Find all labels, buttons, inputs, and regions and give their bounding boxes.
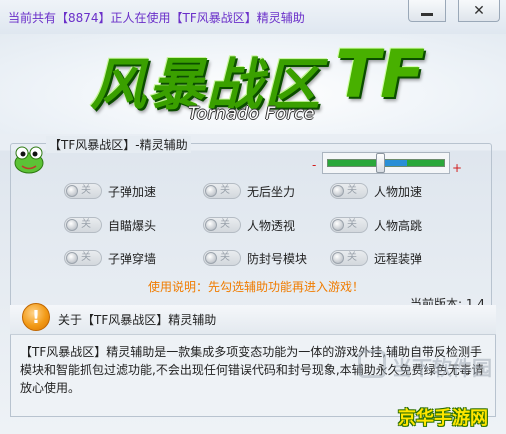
watermark-logo-icon (358, 350, 386, 378)
toggle-knob (66, 219, 78, 231)
feature-remote-reload[interactable]: 关 远程装弹 (330, 248, 422, 268)
watermark-text: 当下软件园 (392, 356, 492, 380)
usage-notice: 使用说明：先勾选辅助功能再进入游戏！ (148, 280, 365, 294)
feature-no-recoil[interactable]: 关 无后坐力 (203, 181, 295, 201)
feature-label: 防封号模块 (247, 251, 308, 266)
warning-icon: ! (22, 303, 50, 331)
toggle-state-label: 关 (220, 219, 230, 230)
logo-tf: TF (335, 36, 426, 113)
feature-wallhack[interactable]: 关 人物透视 (203, 215, 295, 235)
feature-bullet-penetration[interactable]: 关 子弹穿墙 (64, 248, 156, 268)
toggle-switch[interactable]: 关 (64, 183, 102, 199)
toggle-state-label: 关 (347, 219, 357, 230)
toggle-knob (205, 252, 217, 264)
toggle-knob (332, 252, 344, 264)
about-title: 关于【TF风暴战区】精灵辅助 (58, 313, 217, 327)
frog-mascot-icon (14, 146, 44, 174)
toggle-knob (66, 185, 78, 197)
main-window: 当前共有【8874】正人在使用【TF风暴战区】精灵辅助 ✕ 风暴战区 TF To… (0, 0, 506, 434)
toggle-state-label: 关 (220, 185, 230, 196)
toggle-state-label: 关 (81, 185, 91, 196)
toggle-knob (332, 219, 344, 231)
banner: 风暴战区 TF Tornado Force (0, 34, 506, 134)
toggle-switch[interactable]: 关 (203, 183, 241, 199)
window-title: 当前共有【8874】正人在使用【TF风暴战区】精灵辅助 (8, 11, 305, 25)
slider-plus-label: + (452, 161, 463, 175)
toggle-switch[interactable]: 关 (203, 250, 241, 266)
transparency-slider[interactable] (322, 152, 450, 174)
minimize-button[interactable] (408, 0, 446, 22)
close-button[interactable]: ✕ (458, 0, 500, 22)
toggle-switch[interactable]: 关 (330, 183, 368, 199)
feature-aimbot[interactable]: 关 自瞄爆头 (64, 215, 156, 235)
toggle-knob (332, 185, 344, 197)
toggle-state-label: 关 (347, 252, 357, 263)
toggle-switch[interactable]: 关 (203, 217, 241, 233)
group-title: 【TF风暴战区】-精灵辅助 (46, 136, 191, 153)
toggle-switch[interactable]: 关 (330, 217, 368, 233)
slider-minus-label: - (312, 158, 317, 172)
feature-label: 人物透视 (247, 218, 296, 233)
feature-label: 自瞄爆头 (108, 218, 157, 233)
toggle-knob (66, 252, 78, 264)
feature-bullet-speed[interactable]: 关 子弹加速 (64, 181, 156, 201)
feature-label: 人物高跳 (374, 218, 423, 233)
toggle-switch[interactable]: 关 (64, 250, 102, 266)
toggle-state-label: 关 (347, 185, 357, 196)
feature-label: 无后坐力 (247, 184, 296, 199)
toggle-state-label: 关 (81, 219, 91, 230)
slider-track (327, 159, 445, 167)
watermark-site-text: 京华手游网 (398, 408, 488, 429)
feature-anti-ban[interactable]: 关 防封号模块 (203, 248, 307, 268)
feature-label: 子弹穿墙 (108, 251, 157, 266)
close-icon: ✕ (473, 2, 485, 19)
toggle-state-label: 关 (81, 252, 91, 263)
feature-high-jump[interactable]: 关 人物高跳 (330, 215, 422, 235)
toggle-state-label: 关 (220, 252, 230, 263)
logo-subtitle: Tornado Force (188, 104, 315, 124)
feature-label: 远程装弹 (374, 251, 423, 266)
toggle-knob (205, 219, 217, 231)
slider-thumb[interactable] (376, 153, 386, 173)
feature-label: 子弹加速 (108, 184, 157, 199)
minimize-icon (421, 13, 433, 16)
toggle-switch[interactable]: 关 (330, 250, 368, 266)
feature-move-speed[interactable]: 关 人物加速 (330, 181, 422, 201)
toggle-switch[interactable]: 关 (64, 217, 102, 233)
title-bar: 当前共有【8874】正人在使用【TF风暴战区】精灵辅助 ✕ (0, 0, 506, 34)
feature-label: 人物加速 (374, 184, 423, 199)
toggle-knob (205, 185, 217, 197)
